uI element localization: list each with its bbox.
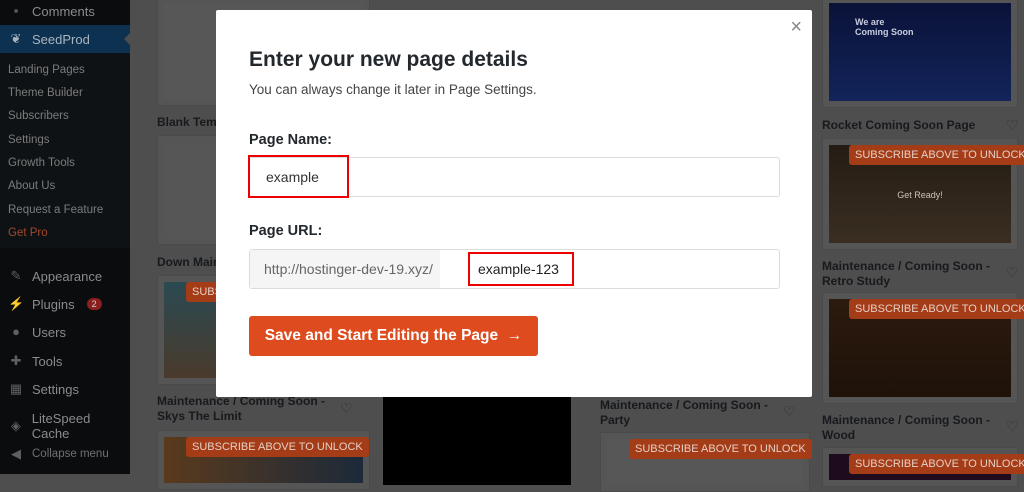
heart-icon[interactable]: ♡ bbox=[1006, 264, 1019, 281]
submenu-theme-builder[interactable]: Theme Builder bbox=[8, 87, 83, 99]
heart-icon[interactable]: ♡ bbox=[1006, 117, 1019, 134]
template-card[interactable]: Get Ready! SUBSCRIBE ABOVE TO UNLOCK bbox=[822, 138, 1024, 250]
seedprod-submenu: Landing Pages Theme Builder Subscribers … bbox=[0, 53, 130, 248]
template-card[interactable]: SUBSCRIBE ABOVE TO UNLOCK bbox=[157, 430, 370, 490]
save-button-label: Save and Start Editing the Page bbox=[264, 327, 499, 344]
page-url-label: Page URL: bbox=[249, 223, 323, 239]
template-card[interactable] bbox=[383, 395, 571, 485]
submenu-settings[interactable]: Settings bbox=[8, 134, 50, 146]
plugins-update-badge: 2 bbox=[86, 298, 102, 310]
template-title: Rocket Coming Soon Page bbox=[822, 118, 976, 132]
heart-icon[interactable]: ♡ bbox=[783, 403, 796, 420]
template-title: Maintenance / Coming Soon - Retro Study bbox=[822, 259, 991, 288]
modal-title: Enter your new page details bbox=[249, 48, 528, 71]
new-page-modal: × Enter your new page details You can al… bbox=[216, 10, 812, 397]
page-name-field bbox=[249, 157, 780, 197]
close-icon[interactable]: × bbox=[790, 16, 802, 39]
submenu-get-pro[interactable]: Get Pro bbox=[8, 227, 48, 239]
modal-subtitle: You can always change it later in Page S… bbox=[249, 82, 537, 97]
rocket-preview-heading: We are Coming Soon bbox=[855, 17, 914, 37]
template-title: Maintenance / Coming Soon - Skys The Lim… bbox=[157, 394, 326, 423]
subscribe-unlock-badge: SUBSCRIBE ABOVE TO UNLOCK bbox=[849, 299, 1024, 319]
submenu-landing-pages[interactable]: Landing Pages bbox=[8, 64, 85, 76]
paintbrush-icon: ✎ bbox=[10, 268, 22, 283]
plug-icon: ⚡ bbox=[8, 296, 25, 311]
template-card[interactable]: SUBSCRIBE ABOVE TO UNLOCK bbox=[822, 447, 1024, 487]
menu-users[interactable]: ● Users bbox=[0, 318, 130, 346]
page-name-input[interactable] bbox=[250, 158, 779, 196]
admin-sidebar: ▪ Comments ❦ SeedProd Landing Pages Theme … bbox=[0, 0, 130, 474]
heart-icon[interactable]: ♡ bbox=[340, 400, 353, 417]
menu-appearance[interactable]: ✎ Appearance bbox=[0, 262, 130, 290]
preview-text: Get Ready! bbox=[897, 190, 943, 200]
subscribe-unlock-badge: SUBSCRIBE ABOVE TO UNLOCK bbox=[849, 145, 1024, 165]
menu-plugins[interactable]: ⚡ Plugins 2 bbox=[0, 290, 130, 318]
url-prefix: http://hostinger-dev-19.xyz/ bbox=[250, 250, 440, 288]
menu-settings[interactable]: ▦ Settings bbox=[0, 375, 130, 403]
template-card[interactable]: SUBSCRIBE ABOVE TO UNLOCK bbox=[600, 432, 812, 492]
menu-litespeed-cache[interactable]: ◈ LiteSpeed Cache bbox=[0, 411, 130, 441]
collapse-menu-button[interactable]: ◀ Collapse menu bbox=[0, 440, 130, 468]
subscribe-unlock-badge: SUBSCRIBE ABOVE TO UNLOCK bbox=[849, 454, 1024, 474]
template-card-rocket[interactable]: We are Coming Soon bbox=[822, 0, 1018, 108]
heart-icon[interactable]: ♡ bbox=[1006, 418, 1019, 435]
seedprod-leaf-icon: ❦ bbox=[10, 31, 22, 46]
menu-tools[interactable]: ✚ Tools bbox=[0, 347, 130, 375]
subscribe-unlock-badge: SUBSCRIBE ABOVE TO UNLOCK bbox=[629, 439, 812, 459]
submenu-subscribers[interactable]: Subscribers bbox=[8, 110, 69, 122]
litespeed-diamond-icon: ◈ bbox=[10, 418, 21, 433]
menu-comments[interactable]: ▪ Comments bbox=[0, 0, 130, 25]
settings-sliders-icon: ▦ bbox=[9, 381, 23, 396]
save-and-edit-button[interactable]: Save and Start Editing the Page → bbox=[249, 316, 538, 356]
page-url-input[interactable] bbox=[478, 259, 568, 279]
template-title: Maintenance / Coming Soon - Party bbox=[600, 398, 769, 427]
template-card[interactable]: SUBSCRIBE ABOVE TO UNLOCK bbox=[822, 292, 1024, 404]
arrow-right-icon: → bbox=[506, 327, 523, 344]
page-url-field: http://hostinger-dev-19.xyz/ bbox=[249, 249, 780, 289]
submenu-about-us[interactable]: About Us bbox=[8, 180, 55, 192]
menu-seedprod[interactable]: ❦ SeedProd bbox=[0, 25, 130, 53]
comment-icon: ▪ bbox=[13, 3, 19, 18]
submenu-growth-tools[interactable]: Growth Tools bbox=[8, 157, 75, 169]
template-title: Down Main bbox=[157, 255, 221, 269]
submenu-request-feature[interactable]: Request a Feature bbox=[8, 204, 103, 216]
wrench-icon: ✚ bbox=[10, 353, 22, 368]
page-name-label: Page Name: bbox=[249, 132, 333, 148]
template-title: Blank Temp bbox=[157, 115, 225, 129]
collapse-arrow-icon: ◀ bbox=[11, 446, 21, 461]
subscribe-unlock-badge: SUBSCRIBE ABOVE TO UNLOCK bbox=[186, 437, 369, 457]
user-icon: ● bbox=[12, 324, 20, 339]
template-title: Maintenance / Coming Soon - Wood bbox=[822, 413, 991, 442]
